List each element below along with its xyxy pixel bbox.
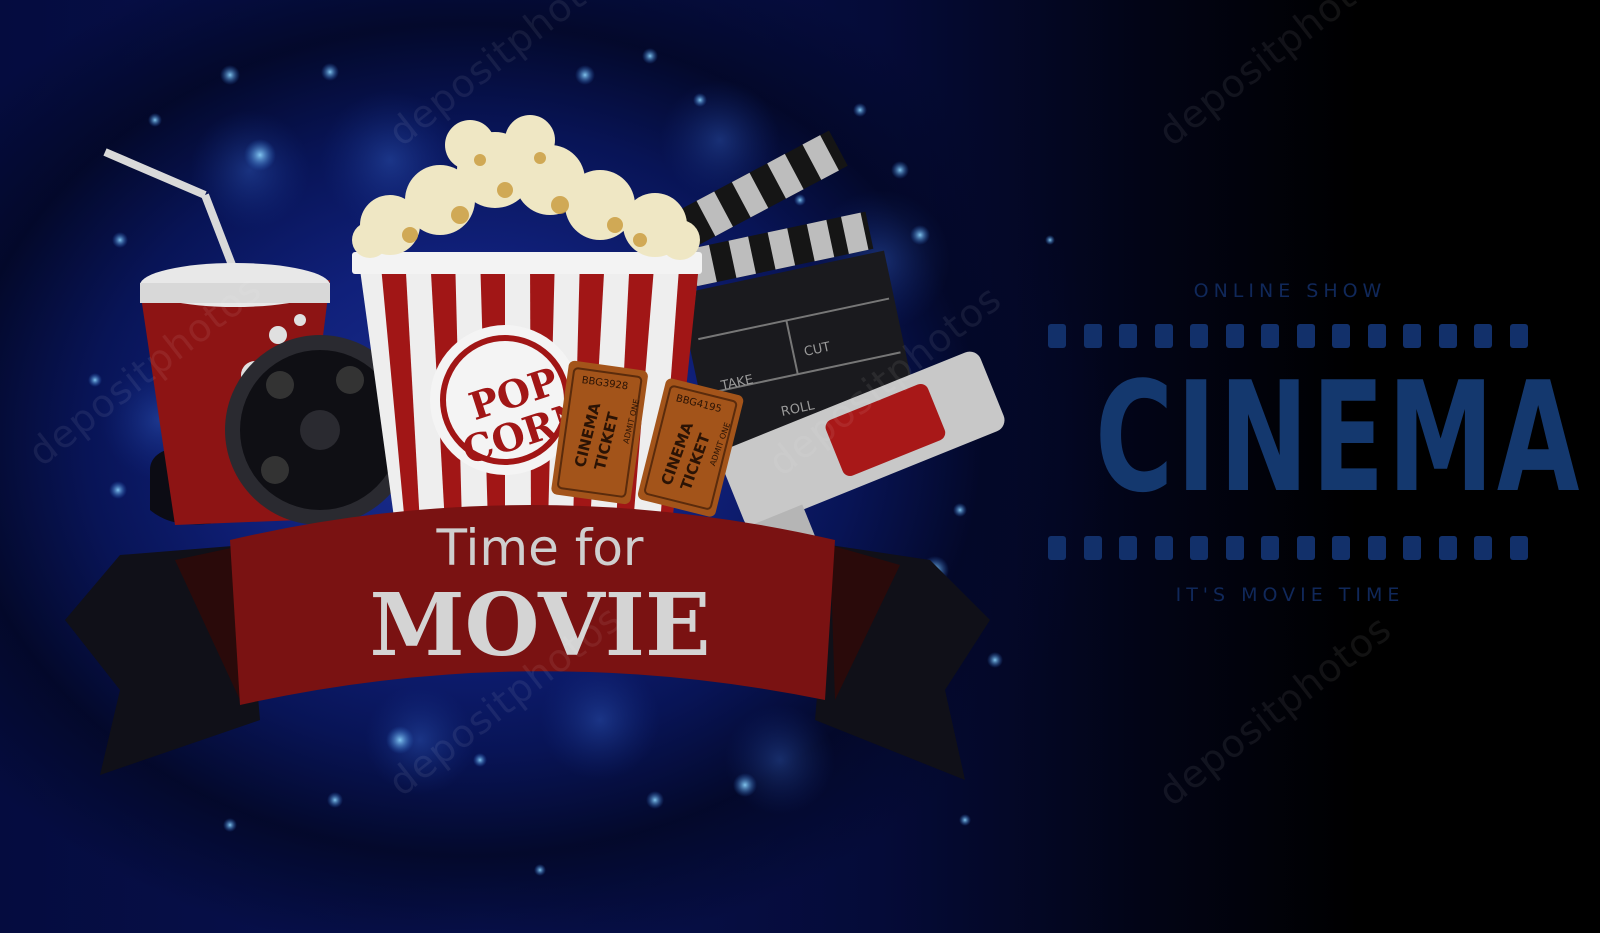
cinema-title-block: ONLINE SHOW CINEMA IT'S MOVIE TIME bbox=[1040, 280, 1583, 606]
banner-line-1: Time for bbox=[435, 519, 643, 577]
online-show-label: ONLINE SHOW bbox=[1193, 280, 1387, 302]
movie-time-tagline: IT'S MOVIE TIME bbox=[1175, 584, 1405, 606]
poster: POP CORN BBG3928 CINEMA TICKET ADMIT ONE… bbox=[0, 0, 1600, 933]
film-perforation-bottom bbox=[1048, 536, 1528, 560]
cinema-title: CINEMA bbox=[1095, 349, 1583, 526]
film-perforation-top bbox=[1048, 324, 1528, 348]
